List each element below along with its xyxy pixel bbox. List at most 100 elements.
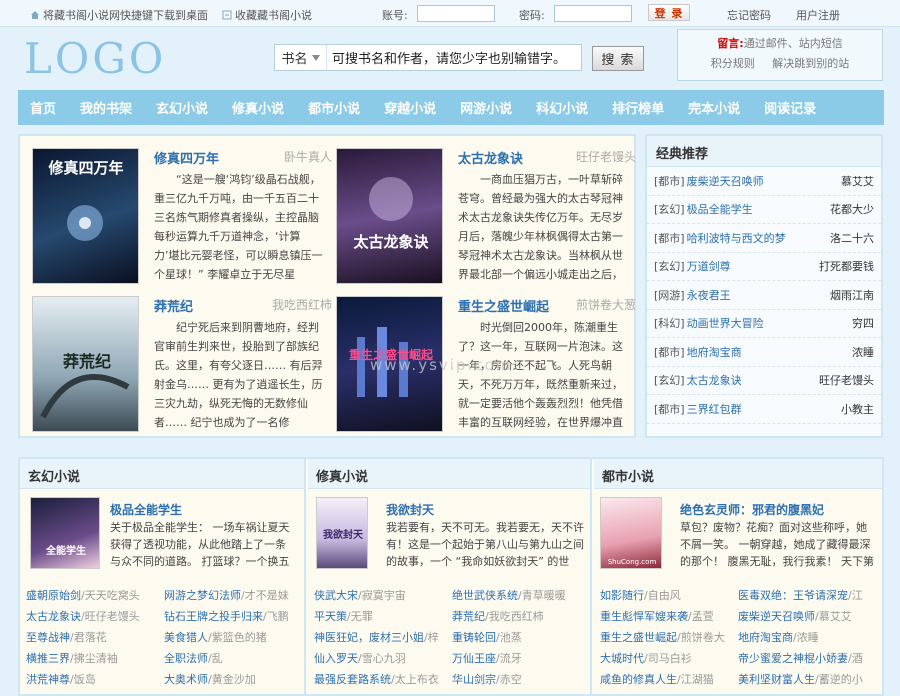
book-title[interactable]: 我欲封天	[386, 501, 434, 518]
desktop-shortcut-link[interactable]: 将藏书阁小说网快捷键下载到桌面	[30, 7, 208, 23]
book-cover[interactable]: 全能学生	[30, 497, 100, 569]
book-title[interactable]: 盛朝原始剑	[26, 589, 81, 602]
redirect-fix-link[interactable]: 解决跳到别的站	[772, 57, 849, 70]
book-author[interactable]: /我吃西红柿	[485, 610, 544, 623]
list-item[interactable]: 侠武大宋/寂寞宇宙	[314, 585, 452, 606]
list-item[interactable]: [都市] 三界红包群 小教主	[647, 395, 881, 424]
book-author[interactable]: /司马白衫	[644, 652, 692, 665]
nav-item-history[interactable]: 阅读记录	[752, 98, 828, 117]
list-item[interactable]: 莽荒纪/我吃西红柿	[452, 606, 590, 627]
book-title[interactable]: 太古龙象诀	[687, 372, 819, 388]
nav-item-ranking[interactable]: 排行榜单	[600, 98, 676, 117]
list-item[interactable]: 医毒双绝：王爷请深宠/江	[738, 585, 876, 606]
book-title[interactable]: 最强反套路系统	[314, 673, 391, 686]
book-title[interactable]: 钻石王牌之投手归来	[164, 610, 263, 623]
list-item[interactable]: [都市] 哈利波特与西文的梦 洛二十六	[647, 224, 881, 253]
book-title[interactable]: 侠武大宋	[314, 589, 358, 602]
account-input[interactable]	[417, 5, 495, 22]
book-title[interactable]: 华山剑宗	[452, 673, 496, 686]
list-item[interactable]: 重铸轮回/池蒸	[452, 627, 590, 648]
book-title[interactable]: 莽荒纪	[452, 610, 485, 623]
book-title[interactable]: 绝色玄灵师：邪君的腹黑妃	[680, 501, 824, 518]
site-logo[interactable]: LOGO	[24, 34, 166, 83]
book-author[interactable]: 烟雨江南	[830, 287, 874, 303]
list-item[interactable]: 废柴逆天召唤师/慕艾艾	[738, 606, 876, 627]
book-author[interactable]: /乱	[208, 652, 223, 665]
book-author[interactable]: /池蒸	[496, 631, 522, 644]
book-author[interactable]: /江	[848, 589, 863, 602]
book-author[interactable]: /黄金沙加	[208, 673, 256, 686]
book-author[interactable]: 我吃西红柿	[272, 296, 332, 313]
list-item[interactable]: 横推三界/拂尘清袖	[26, 648, 164, 669]
list-item[interactable]: [网游] 永夜君王 烟雨江南	[647, 281, 881, 310]
password-input[interactable]	[554, 5, 632, 22]
list-item[interactable]: 洪荒神尊/饭岛	[26, 669, 164, 690]
book-author[interactable]: /孟萱	[688, 610, 714, 623]
book-author[interactable]: /煎饼卷大	[677, 631, 725, 644]
book-author[interactable]: /慕艾艾	[815, 610, 852, 623]
list-item[interactable]: 地府淘宝商/浓睡	[738, 627, 876, 648]
book-title[interactable]: 太古龙象诀	[458, 148, 523, 167]
list-item[interactable]: [玄幻] 万道剑尊 打死都要钱	[647, 253, 881, 281]
book-title[interactable]: 咸鱼的修真人生	[600, 673, 677, 686]
list-item[interactable]: 咸鱼的修真人生/江湖猫	[600, 669, 738, 690]
book-author[interactable]: /饭岛	[70, 673, 96, 686]
book-author[interactable]: /才不是妹	[241, 589, 289, 602]
book-author[interactable]: /酒	[848, 652, 863, 665]
book-author[interactable]: /蓄逆的小	[815, 673, 863, 686]
nav-item-chuanyue[interactable]: 穿越小说	[372, 98, 448, 117]
list-item[interactable]: [都市] 废柴逆天召唤师 慕艾艾	[647, 167, 881, 196]
book-cover[interactable]: 修真四万年	[32, 148, 139, 284]
list-item[interactable]: 最强反套路系统/太上布衣	[314, 669, 452, 690]
nav-item-bookshelf[interactable]: 我的书架	[68, 98, 144, 117]
book-title[interactable]: 大城时代	[600, 652, 644, 665]
book-title[interactable]: 至尊战神	[26, 631, 70, 644]
book-title[interactable]: 废柴逆天召唤师	[738, 610, 815, 623]
book-title[interactable]: 平天策	[314, 610, 347, 623]
book-title[interactable]: 废柴逆天召唤师	[687, 173, 841, 189]
list-item[interactable]: 平天策/无罪	[314, 606, 452, 627]
book-author[interactable]: /天天吃窝头	[81, 589, 140, 602]
book-author[interactable]: /旺仔老馒头	[81, 610, 140, 623]
book-author[interactable]: 旺仔老馒头	[576, 148, 636, 165]
list-item[interactable]: 神医狂妃，废材三小姐/梓	[314, 627, 452, 648]
search-input[interactable]: 可搜书名和作者，请您少字也别输错字。	[327, 48, 581, 67]
book-author[interactable]: 花都大少	[830, 201, 874, 217]
list-item[interactable]: 美食猎人/紫篮色的猪	[164, 627, 302, 648]
nav-item-dushi[interactable]: 都市小说	[296, 98, 372, 117]
book-author[interactable]: 洛二十六	[830, 230, 874, 246]
book-cover[interactable]: 莽荒纪	[32, 296, 139, 432]
list-item[interactable]: 太古龙象诀/旺仔老馒头	[26, 606, 164, 627]
book-author[interactable]: /赤空	[496, 673, 522, 686]
list-item[interactable]: [科幻] 动画世界大冒险 穷四	[647, 310, 881, 338]
book-author[interactable]: 慕艾艾	[841, 173, 874, 189]
book-author[interactable]: /梓	[424, 631, 439, 644]
list-item[interactable]: 万仙王座/流牙	[452, 648, 590, 669]
list-item[interactable]: 美利坚财富人生/蓄逆的小	[738, 669, 876, 690]
book-cover[interactable]: 我欲封天	[316, 497, 368, 569]
list-item[interactable]: 华山剑宗/赤空	[452, 669, 590, 690]
book-title[interactable]: 极品全能学生	[687, 201, 830, 217]
book-title[interactable]: 三界红包群	[687, 401, 841, 417]
book-author[interactable]: /太上布衣	[391, 673, 439, 686]
nav-item-home[interactable]: 首页	[18, 98, 68, 117]
list-item[interactable]: [玄幻] 极品全能学生 花都大少	[647, 196, 881, 224]
list-item[interactable]: 重生彪悍军嫂来袭/孟萱	[600, 606, 738, 627]
book-title[interactable]: 全职法师	[164, 652, 208, 665]
category-heading[interactable]: 修真小说	[308, 459, 592, 489]
book-author[interactable]: 卧牛真人	[284, 148, 332, 165]
book-title[interactable]: 洪荒神尊	[26, 673, 70, 686]
nav-item-xuanhuan[interactable]: 玄幻小说	[144, 98, 220, 117]
bookmark-link[interactable]: 收藏藏书阁小说	[222, 7, 312, 23]
book-title[interactable]: 动画世界大冒险	[687, 315, 852, 331]
book-author[interactable]: 浓睡	[852, 344, 874, 360]
book-title[interactable]: 网游之梦幻法师	[164, 589, 241, 602]
book-title[interactable]: 修真四万年	[154, 148, 219, 167]
book-title[interactable]: 哈利波特与西文的梦	[687, 230, 830, 246]
book-author[interactable]: 穷四	[852, 315, 874, 331]
forgot-password-link[interactable]: 忘记密码	[727, 7, 771, 23]
search-type-select[interactable]: 书名	[275, 45, 327, 70]
list-item[interactable]: 钻石王牌之投手归来/飞鹏	[164, 606, 302, 627]
login-button[interactable]: 登 录	[648, 4, 690, 21]
book-title[interactable]: 重生彪悍军嫂来袭	[600, 610, 688, 623]
